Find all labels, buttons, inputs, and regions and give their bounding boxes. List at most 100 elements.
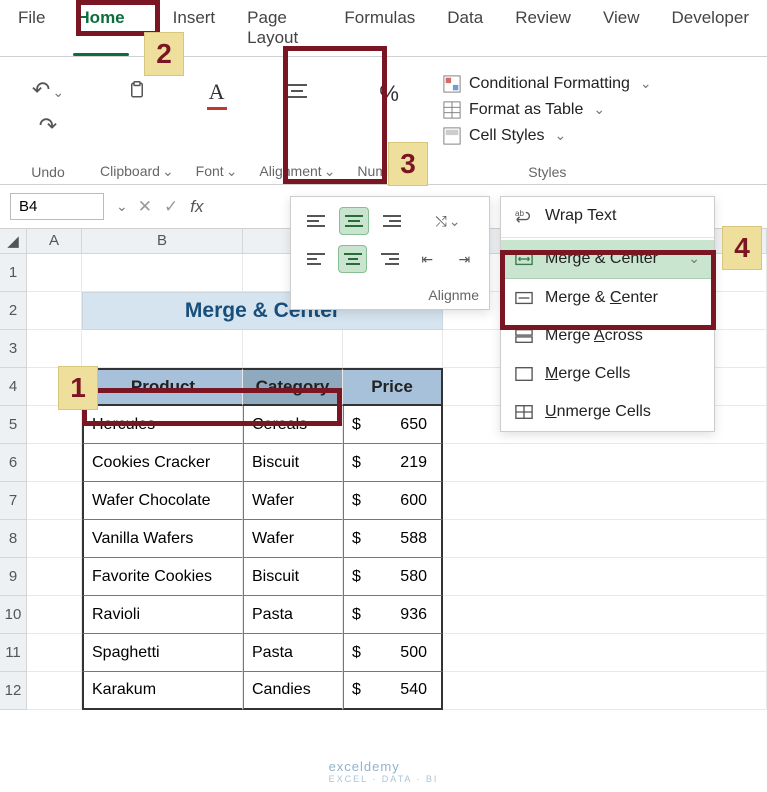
cell-category[interactable]: Wafer (243, 482, 343, 520)
tab-page-layout[interactable]: Page Layout (235, 2, 324, 54)
cell-category[interactable]: Candies (243, 672, 343, 710)
row-head-12[interactable]: 12 (0, 672, 27, 710)
row-head-11[interactable]: 11 (0, 634, 27, 672)
row-head-8[interactable]: 8 (0, 520, 27, 558)
tab-developer[interactable]: Developer (660, 2, 762, 54)
cell-blank[interactable] (443, 634, 767, 672)
cell-price[interactable]: $600 (343, 482, 443, 520)
row-head-4[interactable]: 4 (0, 368, 27, 406)
group-label-font[interactable]: Font (196, 161, 238, 180)
align-right-button[interactable] (375, 245, 404, 273)
cell-blank[interactable] (27, 596, 82, 634)
cell-category[interactable]: Cereals (243, 406, 343, 444)
cell-product[interactable]: Ravioli (82, 596, 243, 634)
row-head-7[interactable]: 7 (0, 482, 27, 520)
number-format-button[interactable]: % (371, 75, 407, 113)
unmerge-cells-item[interactable]: Unmerge Cells (501, 393, 714, 431)
cell-blank[interactable] (443, 558, 767, 596)
tab-data[interactable]: Data (435, 2, 495, 54)
cell-product[interactable]: Spaghetti (82, 634, 243, 672)
cell-blank[interactable] (443, 482, 767, 520)
cell-blank[interactable] (27, 520, 82, 558)
cell-blank[interactable] (27, 672, 82, 710)
cell-blank[interactable] (243, 330, 343, 368)
tab-home[interactable]: Home (65, 2, 136, 54)
cell-blank[interactable] (343, 330, 443, 368)
cell-category[interactable]: Wafer (243, 520, 343, 558)
cell-price[interactable]: $936 (343, 596, 443, 634)
cell-price[interactable]: $650 (343, 406, 443, 444)
tab-formulas[interactable]: Formulas (332, 2, 427, 54)
cell-product[interactable]: Wafer Chocolate (82, 482, 243, 520)
row-head-9[interactable]: 9 (0, 558, 27, 596)
row-head-3[interactable]: 3 (0, 330, 27, 368)
cell-price[interactable]: $219 (343, 444, 443, 482)
cell-price[interactable]: $500 (343, 634, 443, 672)
row-head-2[interactable]: 2 (0, 292, 27, 330)
row-head-10[interactable]: 10 (0, 596, 27, 634)
col-head-a[interactable]: A (27, 229, 82, 254)
alignment-button[interactable] (276, 75, 318, 107)
merge-across-item[interactable]: Merge Across (501, 317, 714, 355)
align-center-button[interactable] (338, 245, 367, 273)
cell-blank[interactable] (27, 292, 82, 330)
header-category[interactable]: Category (243, 368, 343, 406)
conditional-formatting-button[interactable]: Conditional Formatting (443, 75, 652, 93)
row-head-6[interactable]: 6 (0, 444, 27, 482)
merge-center-item[interactable]: Merge & Center (501, 279, 714, 317)
cell-price[interactable]: $540 (343, 672, 443, 710)
cell-blank[interactable] (27, 444, 82, 482)
header-product[interactable]: Product (82, 368, 243, 406)
format-as-table-button[interactable]: Format as Table (443, 101, 652, 119)
cell-price[interactable]: $588 (343, 520, 443, 558)
tab-view[interactable]: View (591, 2, 652, 54)
cell-blank[interactable] (27, 254, 82, 292)
col-head-b[interactable]: B (82, 229, 243, 254)
align-left-button[interactable] (301, 245, 330, 273)
merge-center-split-button[interactable]: Merge & Center (501, 240, 714, 279)
paste-button[interactable] (120, 75, 154, 105)
row-head-1[interactable]: 1 (0, 254, 27, 292)
redo-button[interactable]: ↷ (33, 111, 63, 141)
name-box[interactable] (10, 193, 104, 220)
align-bottom-button[interactable] (377, 207, 407, 235)
cell-product[interactable]: Vanilla Wafers (82, 520, 243, 558)
cell-blank[interactable] (27, 482, 82, 520)
cell-blank[interactable] (443, 672, 767, 710)
cancel-formula-icon[interactable]: ✕ (138, 197, 152, 217)
group-label-clipboard[interactable]: Clipboard (100, 161, 174, 180)
orientation-button[interactable]: ⤭ (433, 207, 463, 235)
cell-blank[interactable] (27, 558, 82, 596)
cell-blank[interactable] (443, 596, 767, 634)
cell-category[interactable]: Biscuit (243, 444, 343, 482)
font-button[interactable]: A (199, 75, 235, 116)
select-all-triangle[interactable]: ◢ (0, 229, 27, 254)
cell-category[interactable]: Pasta (243, 634, 343, 672)
cell-blank[interactable] (82, 330, 243, 368)
cell-blank[interactable] (443, 520, 767, 558)
merge-cells-item[interactable]: Merge Cells (501, 355, 714, 393)
cell-blank[interactable] (82, 254, 243, 292)
cell-product[interactable]: Hercules (82, 406, 243, 444)
accept-formula-icon[interactable]: ✓ (164, 197, 178, 217)
decrease-indent-button[interactable]: ⇤ (413, 245, 442, 273)
cell-blank[interactable] (27, 634, 82, 672)
cell-styles-button[interactable]: Cell Styles (443, 127, 652, 145)
cell-blank[interactable] (27, 330, 82, 368)
cell-product[interactable]: Cookies Cracker (82, 444, 243, 482)
row-head-5[interactable]: 5 (0, 406, 27, 444)
cell-product[interactable]: Favorite Cookies (82, 558, 243, 596)
cell-product[interactable]: Karakum (82, 672, 243, 710)
fx-icon[interactable]: fx (190, 197, 203, 217)
cell-category[interactable]: Pasta (243, 596, 343, 634)
group-label-alignment[interactable]: Alignment (259, 161, 335, 180)
tab-file[interactable]: File (6, 2, 57, 54)
cell-category[interactable]: Biscuit (243, 558, 343, 596)
increase-indent-button[interactable]: ⇥ (450, 245, 479, 273)
undo-button[interactable]: ↶ (26, 75, 70, 105)
align-top-left-button[interactable] (301, 207, 331, 235)
cell-blank[interactable] (27, 406, 82, 444)
wrap-text-button[interactable]: ab Wrap Text (501, 197, 714, 235)
header-price[interactable]: Price (343, 368, 443, 406)
tab-review[interactable]: Review (503, 2, 583, 54)
